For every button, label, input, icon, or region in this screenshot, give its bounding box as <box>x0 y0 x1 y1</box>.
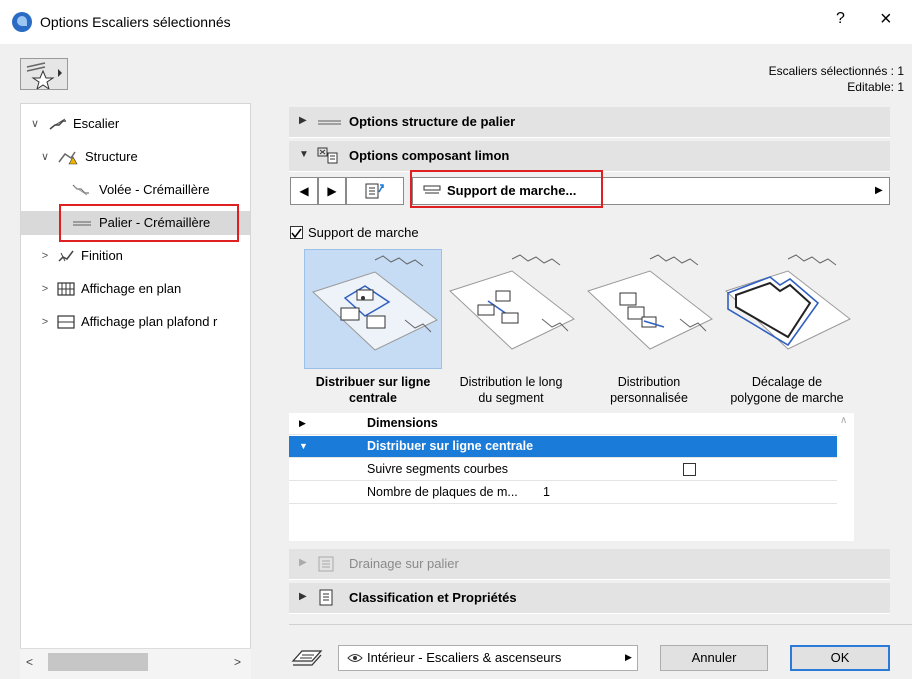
scroll-up-icon[interactable]: ∧ <box>840 415 847 426</box>
highlight-box-component <box>410 170 603 208</box>
favorites-button[interactable] <box>20 58 68 91</box>
option-decalage-polygone[interactable] <box>718 249 856 369</box>
section-classification[interactable]: ▶ Classification et Propriétés <box>289 583 890 614</box>
next-component-button[interactable]: ▶ <box>318 177 346 205</box>
checkmark-icon <box>291 228 302 239</box>
component-settings-icon <box>317 147 338 164</box>
tree-item-label: Structure <box>85 149 138 164</box>
option-distribuer-ligne-centrale[interactable] <box>304 249 442 369</box>
chevron-down-icon[interactable]: ∨ <box>29 112 41 136</box>
properties-icon <box>319 589 333 606</box>
stringer-flight-icon <box>72 184 89 196</box>
tree-item-affichage-plan[interactable]: > Affichage en plan <box>21 277 250 301</box>
tree-item-label: Affichage en plan <box>81 281 182 296</box>
section-drainage: ▶ Drainage sur palier <box>289 549 890 580</box>
structure-icon <box>58 151 78 165</box>
scroll-right-icon[interactable]: > <box>234 655 241 669</box>
expand-icon: ▶ <box>299 557 307 568</box>
view-combination-label: Intérieur - Escaliers & ascenseurs <box>367 650 562 665</box>
support-checkbox[interactable] <box>290 226 303 239</box>
tree-item-affichage-plafond[interactable]: > Affichage plan plafond r <box>21 310 250 334</box>
grid-vertical-scrollbar[interactable]: ∧ <box>837 413 854 541</box>
grid-row-distribuer[interactable]: ▼ Distribuer sur ligne centrale <box>289 436 837 458</box>
eye-icon <box>347 654 363 662</box>
grid-row-nombre-plaques[interactable]: Nombre de plaques de m... 1 <box>289 482 837 504</box>
finish-icon <box>58 250 74 262</box>
tree-item-label: Finition <box>81 248 123 263</box>
previous-component-button[interactable]: ◀ <box>290 177 318 205</box>
section-title: Options structure de palier <box>349 114 516 129</box>
grid-row-suivre-segments[interactable]: Suivre segments courbes <box>289 459 837 481</box>
ceiling-plan-icon <box>57 315 75 329</box>
layer-combination-icon[interactable] <box>290 645 324 669</box>
cancel-button[interactable]: Annuler <box>660 645 768 671</box>
grid-row-label: Suivre segments courbes <box>367 462 509 476</box>
window-title: Options Escaliers sélectionnés <box>40 14 231 30</box>
scrollbar-thumb[interactable] <box>48 653 148 671</box>
highlight-box-tree <box>59 204 239 242</box>
status-selected-count: Escaliers sélectionnés : 1 <box>768 64 904 78</box>
tree-item-label: Volée - Crémaillère <box>99 182 210 197</box>
collapse-icon[interactable]: ▼ <box>299 149 309 160</box>
tree-item-structure[interactable]: ∨ Structure <box>21 145 250 169</box>
dropdown-arrow-icon[interactable]: ▶ <box>875 185 883 196</box>
settings-tree: ∨ Escalier ∨ Structure Volée - Crémaillè… <box>20 103 251 678</box>
polygon-offset-icon <box>725 254 851 350</box>
expand-icon[interactable]: ▶ <box>299 115 307 126</box>
tree-item-finition[interactable]: > Finition <box>21 244 250 268</box>
tree-item-label: Escalier <box>73 116 120 131</box>
option-distribution-personnalisee[interactable] <box>580 249 718 369</box>
footer-divider <box>289 624 912 625</box>
chevron-right-icon[interactable]: > <box>39 277 51 301</box>
tree-item-volee[interactable]: Volée - Crémaillère <box>21 178 250 202</box>
grid-row-value[interactable]: 1 <box>543 482 550 503</box>
chevron-down-icon[interactable]: ∨ <box>39 145 51 169</box>
grid-row-label: Nombre de plaques de m... <box>367 485 518 499</box>
segment-distribution-icon <box>449 254 575 350</box>
section-structure-palier[interactable]: ▶ Options structure de palier <box>289 107 890 138</box>
dropdown-arrow-icon[interactable]: ▶ <box>625 652 632 663</box>
settings-grid: ▶ Dimensions ▼ Distribuer sur ligne cent… <box>289 413 837 541</box>
section-title: Classification et Propriétés <box>349 590 517 605</box>
chevron-right-icon[interactable]: > <box>39 244 51 268</box>
option-label: Décalage de polygone de marche <box>730 375 844 405</box>
close-button[interactable]: × <box>880 8 892 31</box>
support-checkbox-label: Support de marche <box>308 225 419 240</box>
floor-plan-icon <box>57 282 75 296</box>
option-label: Distribuer sur ligne centrale <box>315 375 431 405</box>
help-button[interactable]: ? <box>836 10 845 28</box>
custom-distribution-icon <box>587 254 713 350</box>
centerline-distribution-icon <box>312 255 438 351</box>
expand-icon[interactable]: ▶ <box>299 413 306 434</box>
tree-item-escalier[interactable]: ∨ Escalier <box>21 112 250 136</box>
list-export-icon <box>365 183 384 199</box>
option-distribution-segment[interactable] <box>442 249 580 369</box>
view-combination-dropdown[interactable]: Intérieur - Escaliers & ascenseurs ▶ <box>338 645 638 671</box>
section-composant-limon[interactable]: ▼ Options composant limon <box>289 141 890 172</box>
tree-item-label: Affichage plan plafond r <box>81 314 218 329</box>
favorites-star-icon <box>26 62 62 91</box>
grid-row-label: Distribuer sur ligne centrale <box>367 439 534 453</box>
grid-row-dimensions[interactable]: ▶ Dimensions <box>289 413 837 435</box>
scroll-left-icon[interactable]: < <box>26 655 33 669</box>
chevron-right-icon[interactable]: > <box>39 310 51 334</box>
section-title: Drainage sur palier <box>349 556 459 571</box>
option-label: Distribution le long du segment <box>459 375 563 405</box>
follow-curved-segments-checkbox[interactable] <box>683 463 696 476</box>
expand-icon[interactable]: ▶ <box>299 591 307 602</box>
status-editable: Editable: 1 <box>847 80 904 94</box>
landing-structure-icon <box>318 120 341 125</box>
ok-button[interactable]: OK <box>790 645 890 671</box>
grid-row-label: Dimensions <box>367 416 438 430</box>
collapse-icon[interactable]: ▼ <box>299 436 308 457</box>
option-label: Distribution personnalisée <box>610 375 688 405</box>
component-list-button[interactable] <box>346 177 404 205</box>
app-logo-icon <box>12 12 32 32</box>
section-title: Options composant limon <box>349 148 510 163</box>
drainage-icon <box>318 556 334 572</box>
stair-icon <box>49 118 66 130</box>
